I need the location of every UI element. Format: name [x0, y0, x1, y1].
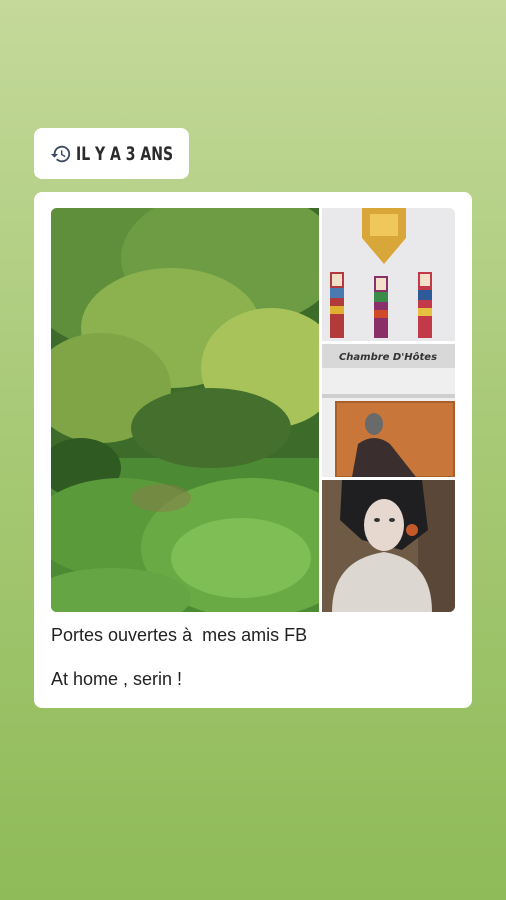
wall-dolls-photo[interactable]: [322, 208, 455, 341]
chambre-hotes-sign-photo[interactable]: Chambre D'Hôtes: [322, 344, 455, 477]
mannequin-bust-photo[interactable]: [322, 480, 455, 612]
memory-post-card[interactable]: Chambre D'Hôtes Portes ouvertes à mes am…: [34, 192, 472, 708]
history-icon: [50, 143, 72, 165]
memory-badge-label: IL Y A 3 ANS: [76, 142, 174, 165]
photo-collage[interactable]: Chambre D'Hôtes: [51, 208, 455, 612]
chambre-hotes-sign-text: Chambre D'Hôtes: [339, 351, 437, 363]
post-caption-line-1: Portes ouvertes à mes amis FB: [51, 625, 308, 645]
post-caption-line-2: At home , serin !: [51, 669, 183, 689]
memory-badge[interactable]: IL Y A 3 ANS: [34, 128, 189, 179]
memories-screen: { "memory_badge": { "icon": "history-ico…: [0, 0, 506, 900]
garden-bamboo-photo[interactable]: [51, 208, 319, 612]
